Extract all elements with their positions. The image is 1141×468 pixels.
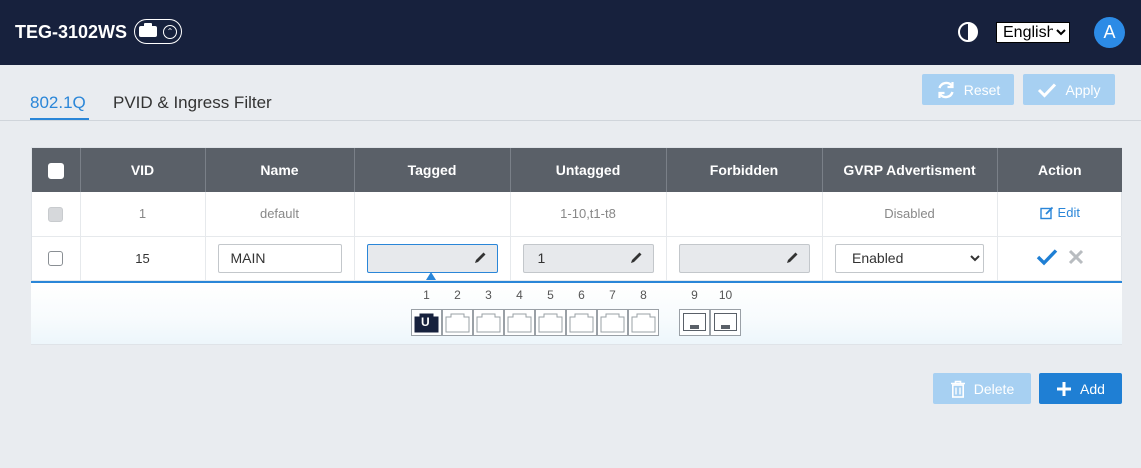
port-3[interactable] [473,309,504,336]
contrast-toggle-icon[interactable] [958,22,978,42]
port-number-label: 5 [547,288,554,302]
sfp-port-9[interactable] [679,309,710,336]
device-icon [139,23,157,37]
apply-button[interactable]: Apply [1023,74,1115,105]
vid-cell: 1 [80,192,206,237]
vid-cell: 15 [80,236,206,281]
gvrp-cell: Disabled [822,192,998,237]
top-bar: TEG-3102WS ⌃ English A [0,0,1141,65]
device-model-title: TEG-3102WS [15,22,128,42]
plus-icon [1057,381,1072,396]
untagged-cell: 1-10,t1-t8 [510,192,667,237]
device-view-toggle[interactable]: ⌃ [134,19,182,44]
port-number-label: 4 [516,288,523,302]
table-row: 1 default 1-10,t1-t8 Disabled Edit [32,192,1122,237]
sfp-port-icon [714,313,737,331]
untagged-edit-cell: 1 [510,236,667,281]
confirm-check-icon[interactable] [1036,248,1058,266]
table-row-edit: 15 1 [32,236,1122,281]
edit-link[interactable]: Edit [1039,205,1080,220]
name-cell: default [205,192,355,237]
add-button[interactable]: Add [1039,373,1122,404]
column-header-tagged: Tagged [354,148,511,192]
ethernet-port-icon [476,313,501,333]
port-number-label: 7 [609,288,616,302]
port-8[interactable] [628,309,659,336]
port-number-label: 8 [640,288,647,302]
delete-label: Delete [973,380,1015,397]
port-number-label: 2 [454,288,461,302]
reset-button[interactable]: Reset [922,74,1014,105]
select-all-checkbox[interactable] [47,162,64,179]
pencil-icon [786,252,797,263]
column-header-gvrp: GVRP Advertisment [822,148,998,192]
port-number-label: 10 [718,288,733,302]
table-header-row: VID Name Tagged Untagged Forbidden GVRP … [32,148,1122,192]
untagged-ports-value: 1 [537,250,546,266]
untagged-ports-field[interactable]: 1 [522,243,654,273]
port-4[interactable] [504,309,535,336]
reset-label: Reset [963,81,1001,98]
row-checkbox[interactable] [48,251,64,267]
row-select-cell [32,236,81,281]
port-7[interactable] [597,309,628,336]
forbidden-cell [666,192,823,237]
port-number-label: 1 [423,288,430,302]
tab-divider [0,120,1141,121]
trash-icon [950,380,965,398]
tab-8021q[interactable]: 802.1Q [30,93,86,113]
untagged-mark: U [421,315,430,329]
pencil-icon [630,252,641,263]
tagged-ports-field[interactable] [366,243,498,273]
cancel-x-icon[interactable] [1068,249,1084,265]
port-number-label: 9 [691,288,698,302]
gvrp-select[interactable]: Enabled Disabled [835,243,984,273]
panel-pointer-caret [426,272,436,280]
ethernet-port-icon [538,313,563,333]
column-header-vid: VID [80,148,206,192]
column-header-forbidden: Forbidden [666,148,823,192]
tagged-cell [354,192,511,237]
action-edit-cell [997,236,1122,281]
user-avatar[interactable]: A [1094,17,1125,48]
row-checkbox [48,206,64,222]
ethernet-port-icon [445,313,470,333]
chevron-up-icon: ⌃ [163,24,177,39]
tab-pvid-ingress-filter[interactable]: PVID & Ingress Filter [113,93,272,113]
vlan-name-input[interactable] [217,243,342,273]
check-icon [1038,82,1057,98]
edit-icon [1039,206,1053,219]
pencil-icon [474,252,485,263]
name-edit-cell [205,236,355,281]
port-2[interactable] [442,309,473,336]
column-header-name: Name [205,148,355,192]
select-all-header [32,148,81,192]
port-number-label: 3 [485,288,492,302]
ethernet-port-icon [569,313,594,333]
column-header-action: Action [997,148,1122,192]
ethernet-port-icon [600,313,625,333]
language-select[interactable]: English [996,22,1070,43]
port-5[interactable] [535,309,566,336]
column-header-untagged: Untagged [510,148,667,192]
forbidden-ports-field[interactable] [678,243,810,273]
port-number-label: 6 [578,288,585,302]
ethernet-port-icon [631,313,656,333]
delete-button[interactable]: Delete [933,373,1031,404]
gvrp-edit-cell: Enabled Disabled [822,236,998,281]
ethernet-port-icon [507,313,532,333]
action-cell: Edit [997,192,1122,237]
port-1-selected[interactable]: U [411,309,442,336]
forbidden-edit-cell [666,236,823,281]
port-6[interactable] [566,309,597,336]
row-select-cell [32,192,81,237]
refresh-icon [938,81,954,98]
sfp-port-10[interactable] [710,309,741,336]
sfp-port-icon [683,313,706,331]
apply-label: Apply [1065,81,1101,98]
edit-label: Edit [1057,205,1080,220]
add-label: Add [1080,380,1105,397]
